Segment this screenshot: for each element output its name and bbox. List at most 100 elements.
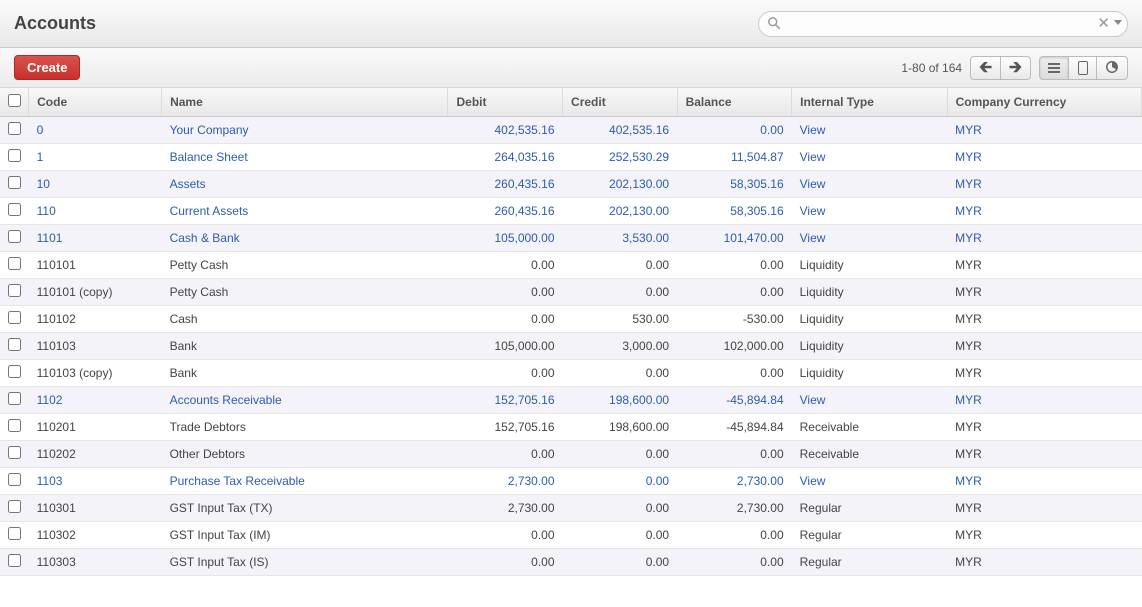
cell-name[interactable]: Current Assets xyxy=(162,198,448,225)
table-row[interactable]: 110201Trade Debtors152,705.16198,600.00-… xyxy=(0,414,1142,441)
cell-balance: 2,730.00 xyxy=(677,468,792,495)
arrow-left-icon: 🡰 xyxy=(979,60,992,76)
table-row[interactable]: 110101 (copy)Petty Cash0.000.000.00Liqui… xyxy=(0,279,1142,306)
row-checkbox[interactable] xyxy=(8,365,21,378)
clear-search-icon[interactable]: ✕ xyxy=(1097,14,1110,32)
cell-name: GST Input Tax (IM) xyxy=(162,522,448,549)
column-currency[interactable]: Company Currency xyxy=(947,88,1141,117)
row-check-cell xyxy=(0,117,29,144)
cell-code[interactable]: 1101 xyxy=(29,225,162,252)
cell-code[interactable]: 1102 xyxy=(29,387,162,414)
cell-code[interactable]: 1 xyxy=(29,144,162,171)
row-checkbox[interactable] xyxy=(8,473,21,486)
row-check-cell xyxy=(0,333,29,360)
table-row[interactable]: 1103Purchase Tax Receivable2,730.000.002… xyxy=(0,468,1142,495)
row-checkbox[interactable] xyxy=(8,527,21,540)
table-scroll-area[interactable]: Code Name Debit Credit Balance Internal … xyxy=(0,88,1142,607)
cell-name: Trade Debtors xyxy=(162,414,448,441)
row-checkbox[interactable] xyxy=(8,149,21,162)
table-row[interactable]: 0Your Company402,535.16402,535.160.00Vie… xyxy=(0,117,1142,144)
table-row[interactable]: 110Current Assets260,435.16202,130.0058,… xyxy=(0,198,1142,225)
cell-code[interactable]: 0 xyxy=(29,117,162,144)
row-checkbox[interactable] xyxy=(8,500,21,513)
row-check-cell xyxy=(0,279,29,306)
cell-internal-type: Liquidity xyxy=(792,360,947,387)
column-debit[interactable]: Debit xyxy=(448,88,563,117)
table-row[interactable]: 110101Petty Cash0.000.000.00LiquidityMYR xyxy=(0,252,1142,279)
row-checkbox[interactable] xyxy=(8,230,21,243)
row-checkbox[interactable] xyxy=(8,284,21,297)
row-checkbox[interactable] xyxy=(8,203,21,216)
kanban-view-button[interactable] xyxy=(1069,56,1097,80)
row-checkbox[interactable] xyxy=(8,122,21,135)
row-check-cell xyxy=(0,441,29,468)
cell-credit: 0.00 xyxy=(563,360,678,387)
row-checkbox[interactable] xyxy=(8,176,21,189)
column-code[interactable]: Code xyxy=(29,88,162,117)
search-dropdown-icon[interactable] xyxy=(1114,20,1122,25)
cell-credit: 0.00 xyxy=(563,252,678,279)
row-check-cell xyxy=(0,171,29,198)
row-checkbox[interactable] xyxy=(8,392,21,405)
prev-page-button[interactable]: 🡰 xyxy=(970,56,1001,80)
row-checkbox[interactable] xyxy=(8,446,21,459)
table-row[interactable]: 1101Cash & Bank105,000.003,530.00101,470… xyxy=(0,225,1142,252)
column-credit[interactable]: Credit xyxy=(563,88,678,117)
cell-currency: MYR xyxy=(947,414,1141,441)
table-row[interactable]: 1Balance Sheet264,035.16252,530.2911,504… xyxy=(0,144,1142,171)
table-row[interactable]: 110202Other Debtors0.000.000.00Receivabl… xyxy=(0,441,1142,468)
cell-code[interactable]: 10 xyxy=(29,171,162,198)
column-balance[interactable]: Balance xyxy=(677,88,792,117)
cell-currency: MYR xyxy=(947,279,1141,306)
cell-code[interactable]: 110 xyxy=(29,198,162,225)
cell-debit: 402,535.16 xyxy=(448,117,563,144)
cell-code: 110102 xyxy=(29,306,162,333)
table-row[interactable]: 110103 (copy)Bank0.000.000.00LiquidityMY… xyxy=(0,360,1142,387)
table-row[interactable]: 110103Bank105,000.003,000.00102,000.00Li… xyxy=(0,333,1142,360)
table-row[interactable]: 10Assets260,435.16202,130.0058,305.16Vie… xyxy=(0,171,1142,198)
cell-code: 110101 xyxy=(29,252,162,279)
cell-name[interactable]: Cash & Bank xyxy=(162,225,448,252)
table-row[interactable]: 1102Accounts Receivable152,705.16198,600… xyxy=(0,387,1142,414)
row-checkbox[interactable] xyxy=(8,338,21,351)
cell-name[interactable]: Accounts Receivable xyxy=(162,387,448,414)
row-checkbox[interactable] xyxy=(8,554,21,567)
graph-view-button[interactable] xyxy=(1097,56,1128,80)
cell-debit: 0.00 xyxy=(448,549,563,576)
row-checkbox[interactable] xyxy=(8,311,21,324)
table-row[interactable]: 110102Cash0.00530.00-530.00LiquidityMYR xyxy=(0,306,1142,333)
cell-code[interactable]: 1103 xyxy=(29,468,162,495)
list-view-button[interactable] xyxy=(1039,56,1069,80)
select-all-checkbox[interactable] xyxy=(8,94,21,107)
create-button[interactable]: Create xyxy=(14,55,80,80)
select-all-header xyxy=(0,88,29,117)
cell-debit: 152,705.16 xyxy=(448,414,563,441)
cell-name: Other Debtors xyxy=(162,441,448,468)
cell-code: 110301 xyxy=(29,495,162,522)
cell-name[interactable]: Purchase Tax Receivable xyxy=(162,468,448,495)
graph-icon xyxy=(1105,60,1119,77)
cell-credit: 202,130.00 xyxy=(563,171,678,198)
cell-currency: MYR xyxy=(947,333,1141,360)
column-internal-type[interactable]: Internal Type xyxy=(792,88,947,117)
cell-credit: 202,130.00 xyxy=(563,198,678,225)
next-page-button[interactable]: 🡲 xyxy=(1001,56,1031,80)
cell-internal-type: Regular xyxy=(792,522,947,549)
table-row[interactable]: 110303GST Input Tax (IS)0.000.000.00Regu… xyxy=(0,549,1142,576)
cell-balance: -45,894.84 xyxy=(677,387,792,414)
search-input[interactable] xyxy=(758,11,1128,37)
table-header-row: Code Name Debit Credit Balance Internal … xyxy=(0,88,1142,117)
cell-balance: 2,730.00 xyxy=(677,495,792,522)
row-check-cell xyxy=(0,198,29,225)
row-checkbox[interactable] xyxy=(8,419,21,432)
cell-name[interactable]: Your Company xyxy=(162,117,448,144)
table-row[interactable]: 110301GST Input Tax (TX)2,730.000.002,73… xyxy=(0,495,1142,522)
row-checkbox[interactable] xyxy=(8,257,21,270)
cell-name[interactable]: Assets xyxy=(162,171,448,198)
cell-currency: MYR xyxy=(947,495,1141,522)
column-name[interactable]: Name xyxy=(162,88,448,117)
cell-internal-type: View xyxy=(792,225,947,252)
accounts-table: Code Name Debit Credit Balance Internal … xyxy=(0,88,1142,576)
cell-name[interactable]: Balance Sheet xyxy=(162,144,448,171)
table-row[interactable]: 110302GST Input Tax (IM)0.000.000.00Regu… xyxy=(0,522,1142,549)
